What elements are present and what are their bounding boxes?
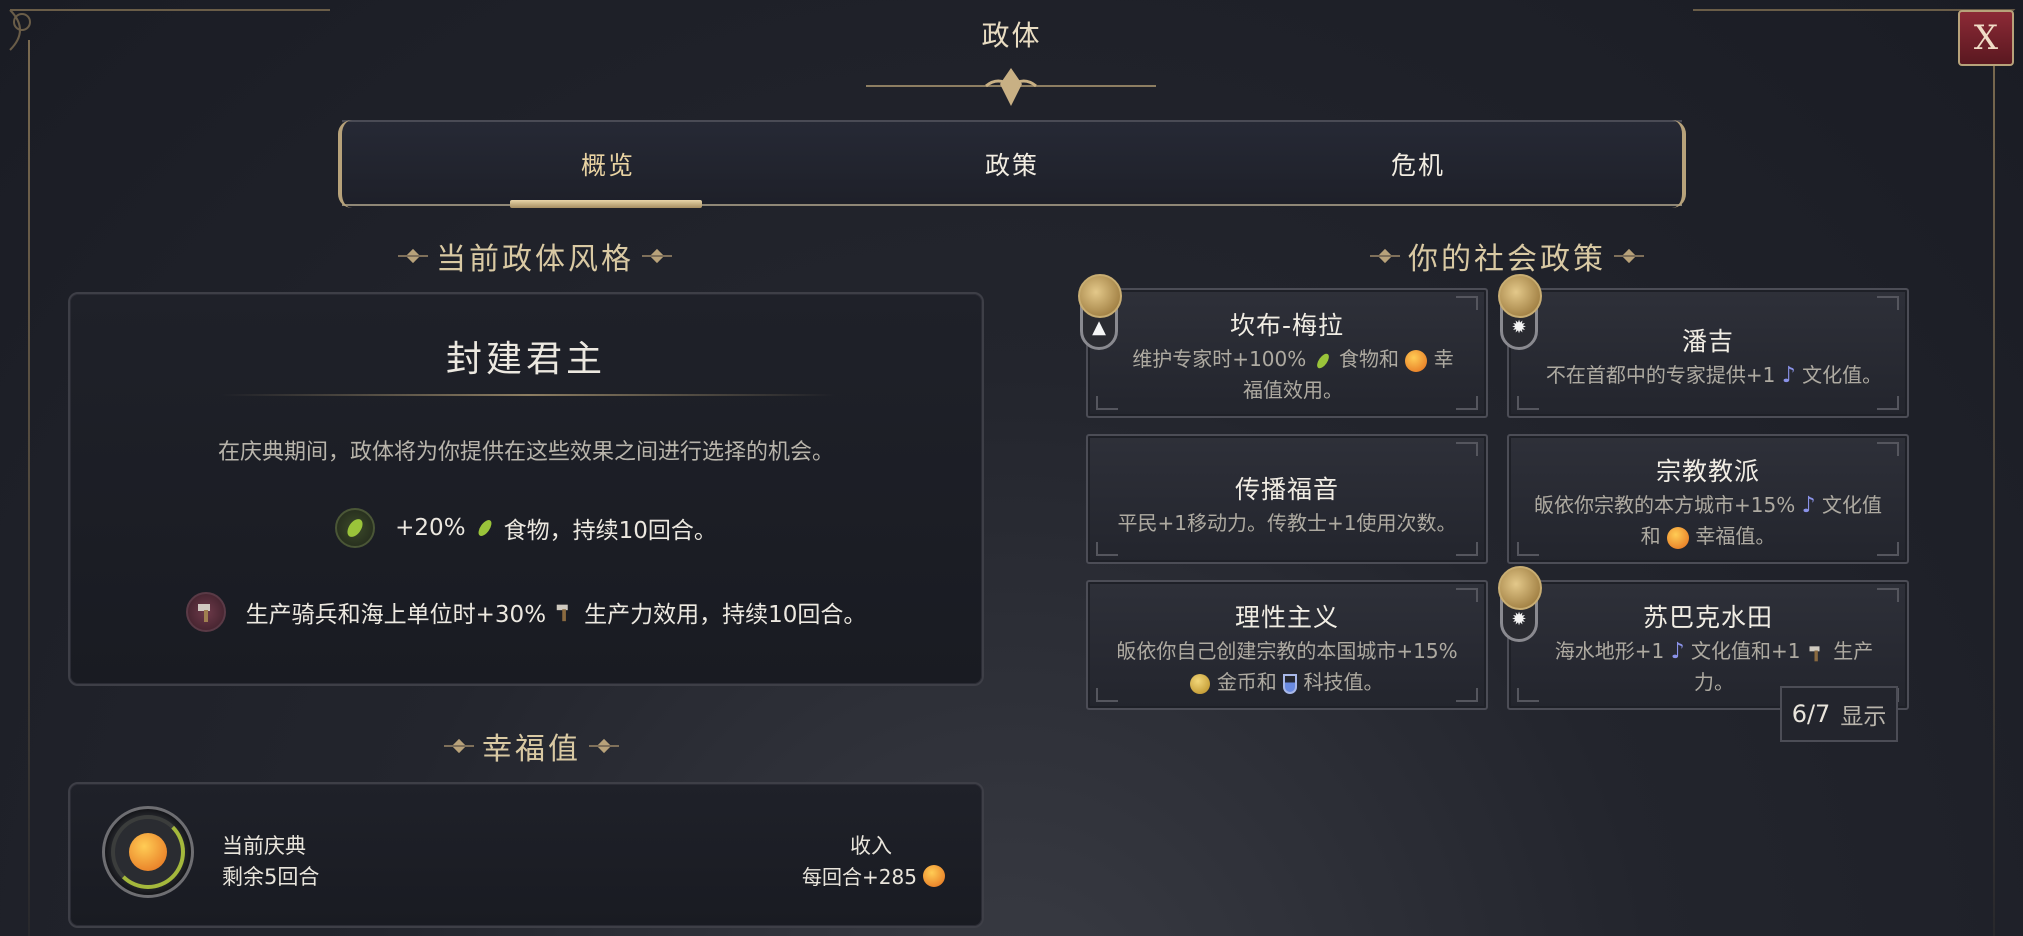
- policy-card[interactable]: 潘吉 不在首都中的专家提供+1 ♪ 文化值。: [1507, 288, 1909, 418]
- close-button[interactable]: X: [1958, 10, 2014, 66]
- food-icon: [478, 520, 492, 536]
- diamond-icon: [589, 741, 619, 751]
- happiness-icon: [922, 864, 945, 887]
- tab-overview[interactable]: 概览: [478, 122, 738, 206]
- happy-face-icon: [129, 833, 167, 871]
- policy-description: 维护专家时+100% 食物和 幸福值效用。: [1132, 347, 1454, 402]
- diamond-icon: [1614, 251, 1644, 261]
- effect-text: 生产力效用，持续10回合。: [584, 602, 867, 628]
- food-icon: [335, 508, 376, 548]
- government-panel: 封建君主 在庆典期间，政体将为你提供在这些效果之间进行选择的机会。 +20% 食…: [68, 292, 984, 686]
- effect-text: +20%: [395, 515, 466, 541]
- frame-edge-right: [1993, 40, 1995, 936]
- policy-counter[interactable]: 6/7 显示: [1780, 686, 1898, 742]
- food-icon: [1316, 353, 1329, 368]
- active-tab-indicator: [510, 200, 702, 208]
- happiness-panel: 当前庆典 剩余5回合 收入 每回合+285: [68, 782, 984, 928]
- policy-card[interactable]: 宗教教派 皈依你宗教的本方城市+15% ♪ 文化值和 幸福值。: [1507, 434, 1909, 564]
- income-amount: 每回合+285: [802, 865, 917, 889]
- happiness-icon: [1667, 526, 1689, 549]
- policy-name: 坎布-梅拉: [1229, 311, 1345, 340]
- policy-badge: ✹: [1498, 274, 1542, 364]
- tab-policies[interactable]: 政策: [882, 122, 1142, 206]
- effect-text: 食物，持续10回合。: [503, 518, 717, 544]
- production-icon: [185, 592, 226, 632]
- hammer-icon: [556, 604, 568, 622]
- celebration-label: 当前庆典: [222, 834, 306, 858]
- policy-badge: ▲: [1078, 274, 1122, 364]
- tab-crises[interactable]: 危机: [1288, 122, 1548, 206]
- government-effect-production[interactable]: 生产骑兵和海上单位时+30% 生产力效用，持续10回合。: [70, 592, 982, 632]
- government-effect-food[interactable]: +20% 食物，持续10回合。: [70, 508, 982, 548]
- government-section-header: 当前政体风格: [398, 234, 672, 278]
- frame-edge-left: [28, 40, 30, 936]
- policy-card[interactable]: 坎布-梅拉 维护专家时+100% 食物和 幸福值效用。: [1086, 288, 1488, 418]
- policy-badge: ✹: [1498, 566, 1542, 656]
- gold-icon: [1190, 673, 1211, 694]
- show-label: 显示: [1840, 704, 1887, 730]
- tab-bar-end-right: [1672, 120, 1686, 208]
- happiness-icon: [1405, 349, 1428, 372]
- science-icon: [1283, 673, 1298, 694]
- income-label: 收入: [850, 834, 892, 858]
- diamond-icon: [444, 741, 474, 751]
- income-value: 每回合+285: [802, 861, 945, 890]
- celebration-emblem[interactable]: [102, 806, 194, 898]
- quill-icon: [1078, 274, 1122, 318]
- hammer-icon: [1809, 645, 1820, 661]
- diamond-icon: [398, 251, 428, 261]
- policy-name: 理性主义: [1234, 603, 1339, 632]
- government-name: 封建君主: [445, 339, 606, 380]
- quill-icon: [1498, 274, 1542, 318]
- happiness-section-header: 幸福值: [444, 724, 619, 768]
- policy-name: 宗教教派: [1655, 457, 1760, 486]
- government-section-title: 当前政体风格: [436, 242, 634, 277]
- policies-section-header: 你的社会政策: [1370, 234, 1644, 278]
- effect-text: 生产骑兵和海上单位时+30%: [245, 602, 547, 628]
- culture-icon: ♪: [1801, 493, 1816, 518]
- culture-icon: ♪: [1781, 363, 1796, 388]
- policy-card[interactable]: 理性主义 皈依你自己创建宗教的本国城市+15% 金币和 科技值。: [1086, 580, 1488, 710]
- tab-bar-end-left: [338, 120, 352, 208]
- policy-description: 不在首都中的专家提供+1 ♪ 文化值。: [1545, 363, 1883, 388]
- policy-name: 潘吉: [1681, 327, 1734, 356]
- celebration-remaining: 剩余5回合: [222, 865, 320, 889]
- government-description: 在庆典期间，政体将为你提供在这些效果之间进行选择的机会。: [217, 440, 834, 465]
- policy-count: 6/7: [1791, 700, 1831, 728]
- policy-name: 苏巴克水田: [1642, 603, 1773, 632]
- policy-card[interactable]: 传播福音 平民+1移动力。传教士+1使用次数。: [1086, 434, 1488, 564]
- culture-icon: ♪: [1670, 639, 1685, 664]
- policy-description: 平民+1移动力。传教士+1使用次数。: [1117, 511, 1457, 535]
- quill-icon: [1498, 566, 1542, 610]
- policy-description: 皈依你宗教的本方城市+15% ♪ 文化值和 幸福值。: [1534, 493, 1882, 549]
- policy-name: 传播福音: [1234, 475, 1339, 504]
- tab-bar: 概览 政策 危机: [338, 120, 1686, 208]
- diamond-icon: [1370, 251, 1400, 261]
- policies-section-title: 你的社会政策: [1408, 242, 1606, 277]
- happiness-section-title: 幸福值: [482, 732, 581, 767]
- divider: [220, 394, 836, 396]
- policy-description: 皈依你自己创建宗教的本国城市+15% 金币和 科技值。: [1116, 639, 1458, 694]
- diamond-icon: [642, 251, 672, 261]
- title-ornament: [866, 68, 1156, 106]
- page-title: 政体: [981, 19, 1042, 52]
